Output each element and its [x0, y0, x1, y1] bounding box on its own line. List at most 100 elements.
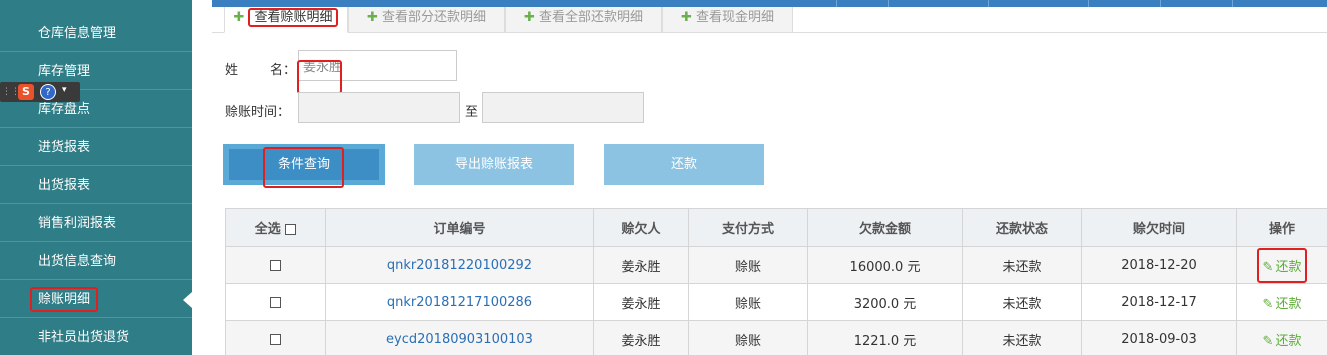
sidebar-item-credit-details[interactable]: 赊账明细	[0, 281, 192, 318]
action-cell: ✎ 还款	[1236, 320, 1327, 355]
row-checkbox-cell[interactable]	[225, 283, 326, 321]
ime-toolbar[interactable]: ⋮⋮ S ? ▾	[0, 82, 80, 102]
sidebar-item-label: 出货报表	[38, 178, 91, 193]
active-indicator-arrow	[183, 292, 192, 308]
select-all-label: 全选	[254, 222, 281, 237]
date: 2018-12-20	[1081, 246, 1237, 284]
header-cell[interactable]	[836, 0, 888, 7]
row-checkbox-cell[interactable]	[225, 246, 326, 284]
credit-time-label: 赊账时间：	[225, 105, 291, 120]
tab-label: 查看全部还款明细	[538, 10, 643, 25]
action-cell: ✎ 还款	[1236, 283, 1327, 321]
sidebar-item-warehouse-info[interactable]: 仓库信息管理	[0, 15, 192, 52]
sidebar-item-label: 库存盘点	[38, 102, 91, 117]
sidebar-item-label: 出货信息查询	[38, 254, 117, 269]
sidebar-item-non-member-returns[interactable]: 非社员出货退货	[0, 319, 192, 355]
date: 2018-09-03	[1081, 320, 1237, 355]
query-highlight-box	[263, 147, 344, 188]
chevron-down-icon[interactable]: ▾	[62, 85, 67, 95]
order-number[interactable]: qnkr20181220100292	[325, 246, 594, 284]
order-number[interactable]: qnkr20181217100286	[325, 283, 594, 321]
sidebar: 仓库信息管理 库存管理 库存盘点 进货报表 出货报表 销售利润报表 出货信息查询…	[0, 0, 192, 355]
credit-table: 全选 订单编号 赊欠人 支付方式 欠款金额 还款状态 赊欠时间 操作 qnkr2…	[225, 208, 1327, 355]
header-cell[interactable]	[1232, 0, 1327, 7]
top-header-bar	[212, 0, 1327, 7]
header-cell[interactable]	[1160, 0, 1232, 7]
amount: 3200.0 元	[807, 283, 963, 321]
export-button-label: 导出赊账报表	[454, 157, 533, 172]
header-cell[interactable]	[1088, 0, 1160, 7]
sogou-logo-icon[interactable]: S	[18, 84, 34, 100]
col-payment-method: 支付方式	[688, 208, 808, 247]
pencil-icon: ✎	[1262, 259, 1274, 275]
debtor: 姜永胜	[593, 320, 689, 355]
sidebar-item-label: 销售利润报表	[38, 216, 117, 231]
row-checkbox[interactable]	[270, 333, 281, 345]
action-cell: ✎ 还款	[1236, 246, 1327, 284]
repay-button[interactable]: 还款	[604, 144, 764, 185]
col-amount: 欠款金额	[807, 208, 963, 247]
repay-link[interactable]: ✎ 还款	[1256, 247, 1308, 283]
sidebar-item-label: 进货报表	[38, 140, 91, 155]
sidebar-item-shipment-report[interactable]: 出货报表	[0, 167, 192, 204]
date: 2018-12-17	[1081, 283, 1237, 321]
export-button[interactable]: 导出赊账报表	[414, 144, 574, 185]
status: 未还款	[962, 246, 1082, 284]
name-highlight-box	[297, 60, 342, 94]
tab-cash-details[interactable]: ✚ 查看现金明细	[662, 7, 793, 33]
row-checkbox[interactable]	[270, 296, 281, 308]
time-end-input[interactable]	[482, 92, 644, 123]
grip-icon[interactable]: ⋮⋮	[2, 85, 20, 99]
repay-link-label: 还款	[1275, 333, 1302, 349]
select-all-checkbox[interactable]	[285, 224, 297, 235]
tab-full-repayment[interactable]: ✚ 查看全部还款明细	[505, 7, 662, 33]
repay-link[interactable]: ✎ 还款	[1263, 297, 1302, 312]
pencil-icon: ✎	[1262, 296, 1274, 312]
col-debtor: 赊欠人	[593, 208, 689, 247]
content-gutter	[192, 0, 212, 355]
tab-credit-details[interactable]: ✚ 查看赊账明细	[224, 7, 348, 33]
plus-icon: ✚	[367, 10, 378, 25]
sidebar-item-label: 非社员出货退货	[38, 330, 130, 345]
repay-link[interactable]: ✎ 还款	[1263, 334, 1302, 349]
name-label-second: 名：	[270, 63, 297, 78]
plus-icon: ✚	[681, 10, 692, 25]
debtor: 姜永胜	[593, 246, 689, 284]
repay-link-label: 还款	[1275, 259, 1302, 275]
tab-label: 查看现金明细	[695, 10, 774, 25]
amount: 1221.0 元	[807, 320, 963, 355]
col-status: 还款状态	[962, 208, 1082, 247]
table-row: eycd20180903100103 姜永胜 赊账 1221.0 元 未还款 2…	[225, 320, 1327, 355]
sidebar-item-label: 赊账明细	[30, 287, 99, 312]
payment-method: 赊账	[688, 320, 808, 355]
row-checkbox[interactable]	[270, 259, 281, 271]
tab-label: 查看部分还款明细	[381, 10, 486, 25]
tab-partial-repayment[interactable]: ✚ 查看部分还款明细	[348, 7, 505, 33]
col-order-number: 订单编号	[325, 208, 594, 247]
sidebar-item-label: 仓库信息管理	[38, 26, 117, 41]
sidebar-item-sales-profit-report[interactable]: 销售利润报表	[0, 205, 192, 242]
tab-label: 查看赊账明细	[248, 8, 339, 27]
debtor: 姜永胜	[593, 283, 689, 321]
row-checkbox-cell[interactable]	[225, 320, 326, 355]
table-header-row: 全选 订单编号 赊欠人 支付方式 欠款金额 还款状态 赊欠时间 操作	[225, 208, 1327, 247]
tab-bar: ✚ 查看赊账明细 ✚ 查看部分还款明细 ✚ 查看全部还款明细 ✚ 查看现金明细	[212, 7, 1327, 33]
sidebar-item-shipment-query[interactable]: 出货信息查询	[0, 243, 192, 280]
help-icon[interactable]: ?	[40, 84, 56, 100]
time-start-input[interactable]	[298, 92, 460, 123]
header-cell[interactable]	[988, 0, 1088, 7]
status: 未还款	[962, 320, 1082, 355]
name-label-first: 姓	[225, 63, 239, 78]
col-select-all[interactable]: 全选	[225, 208, 326, 247]
sidebar-item-purchase-report[interactable]: 进货报表	[0, 129, 192, 166]
col-action: 操作	[1236, 208, 1327, 247]
col-date: 赊欠时间	[1081, 208, 1237, 247]
payment-method: 赊账	[688, 283, 808, 321]
amount: 16000.0 元	[807, 246, 963, 284]
table-row: qnkr20181220100292 姜永胜 赊账 16000.0 元 未还款 …	[225, 246, 1327, 284]
order-number[interactable]: eycd20180903100103	[325, 320, 594, 355]
plus-icon: ✚	[233, 10, 245, 25]
pencil-icon: ✎	[1262, 333, 1274, 349]
header-cell[interactable]	[888, 0, 988, 7]
plus-icon: ✚	[524, 10, 535, 25]
